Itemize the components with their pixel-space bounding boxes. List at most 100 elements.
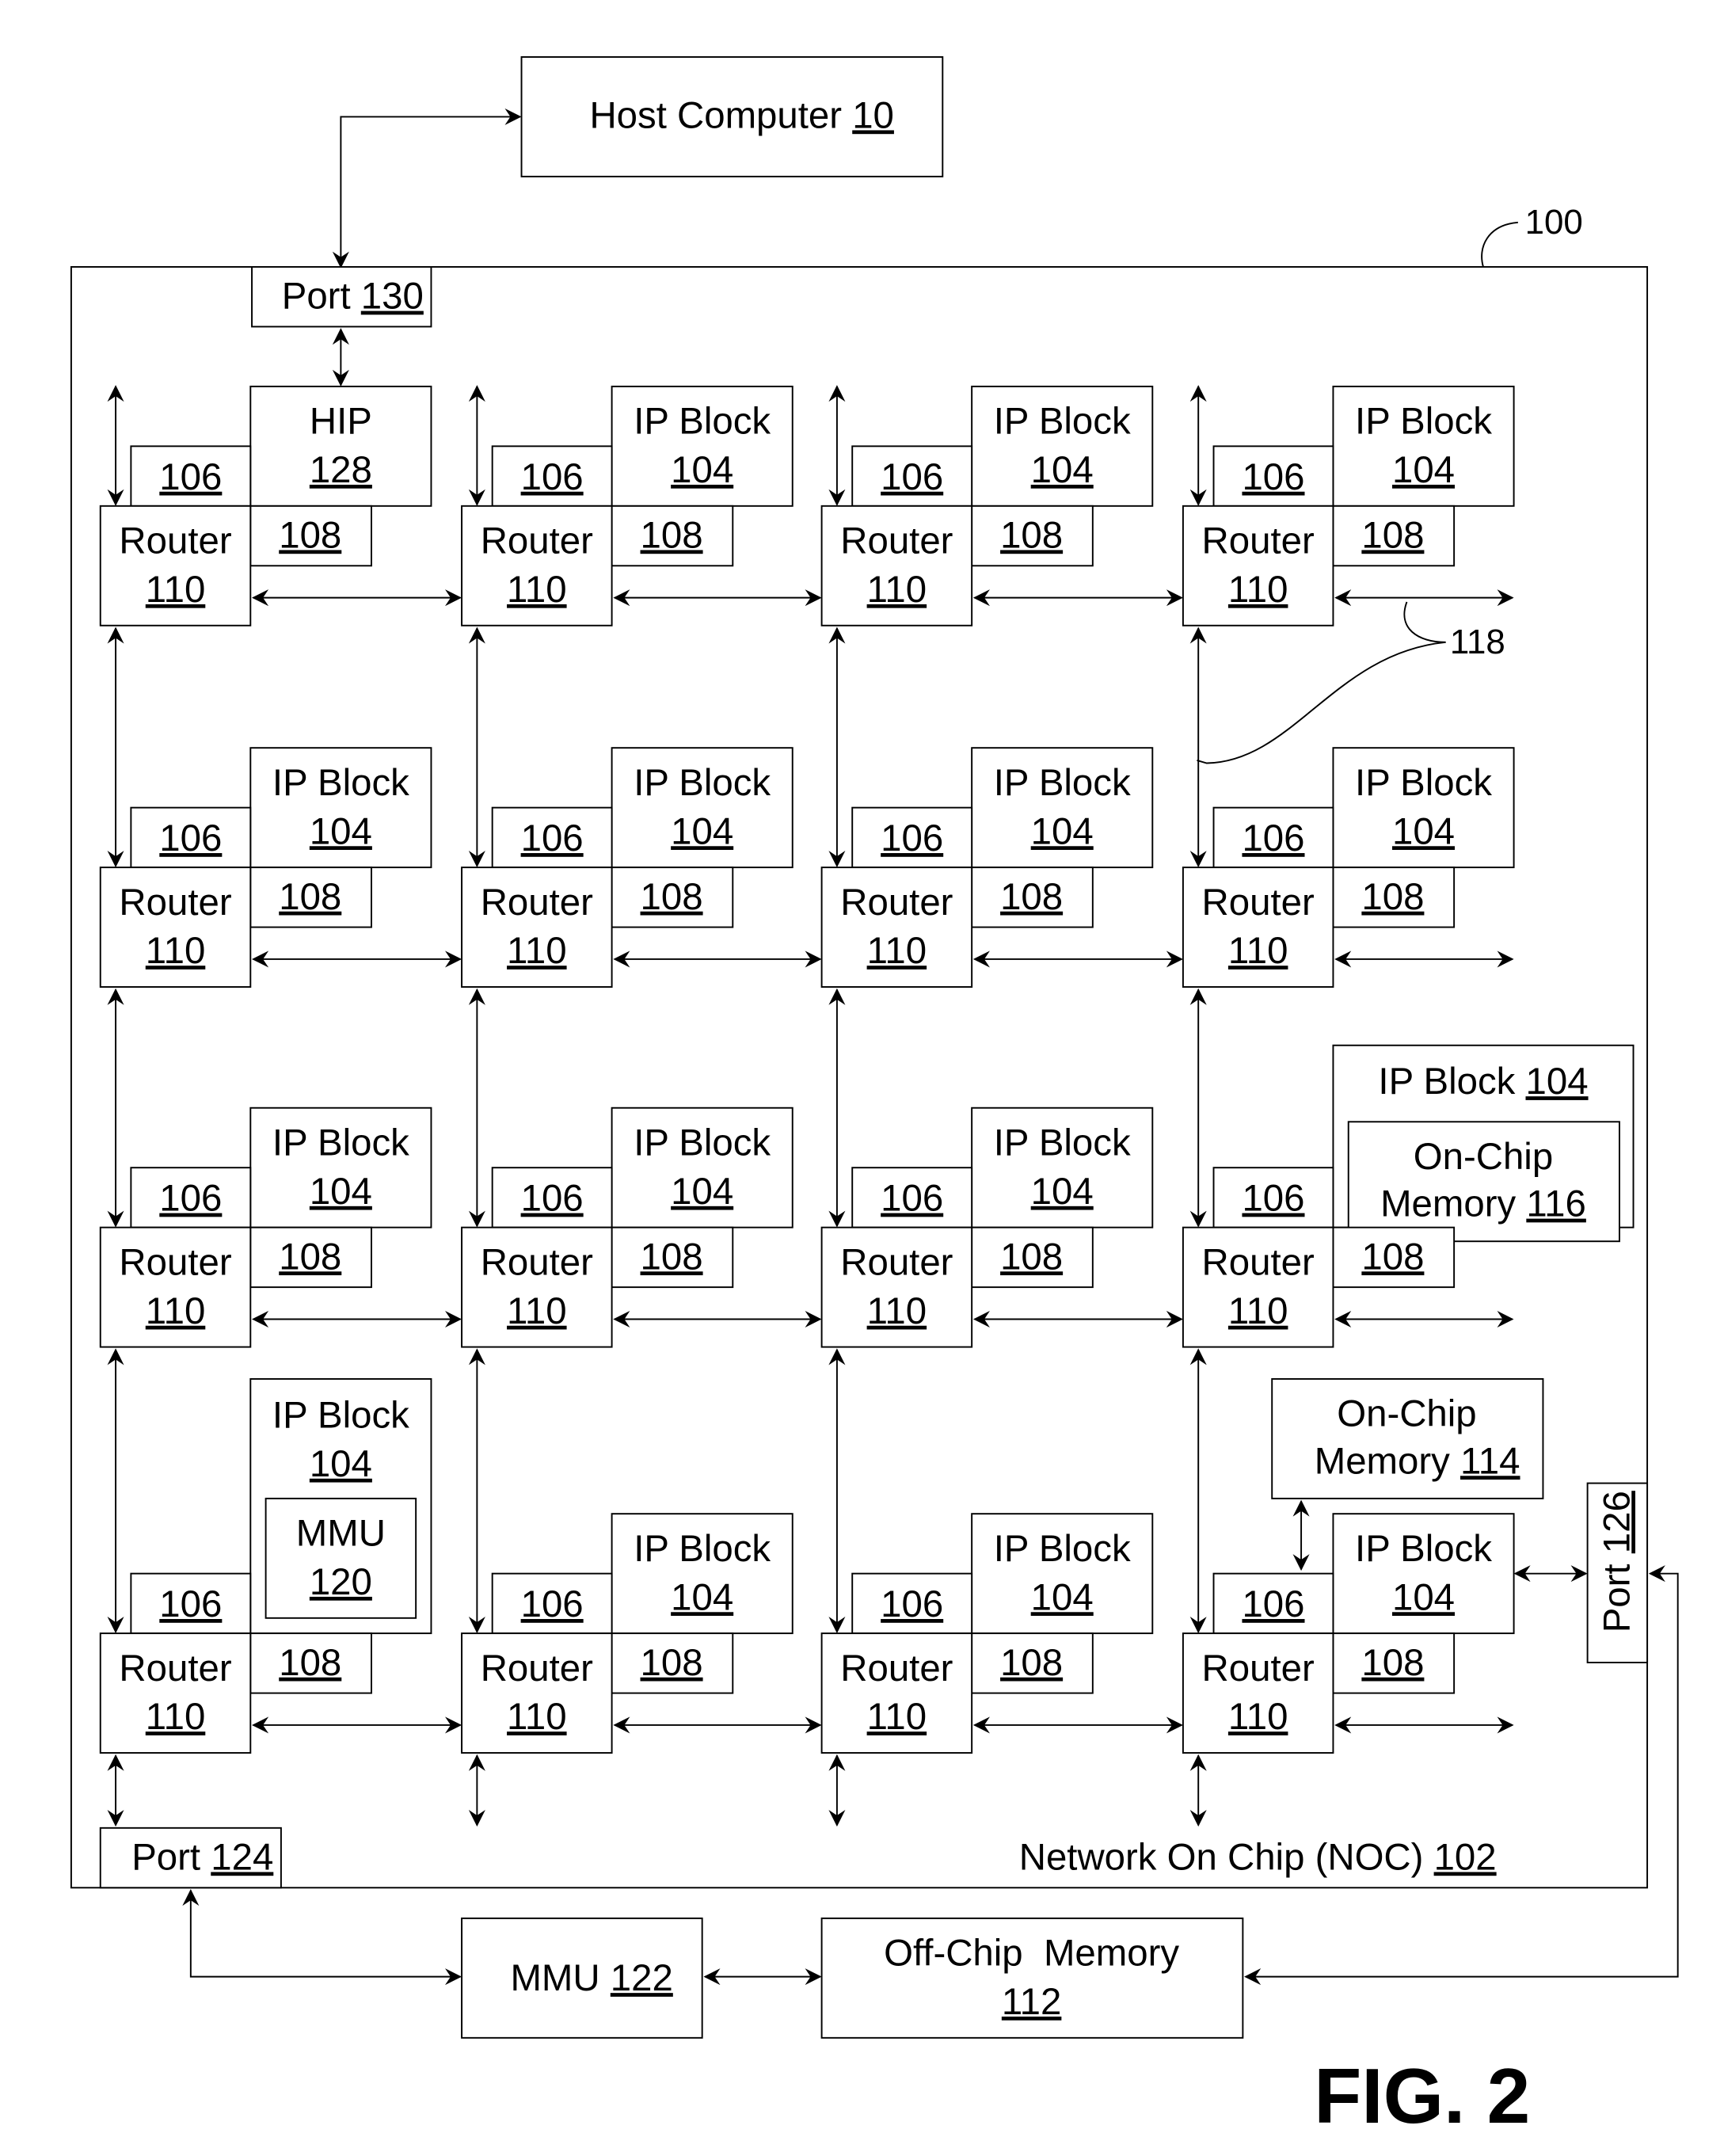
- ip-block-ref-part: 104: [1392, 449, 1455, 491]
- network-interface-108: 108: [1332, 505, 1456, 567]
- router-110: Router 110: [1182, 1632, 1334, 1754]
- ip-block-label: IP Block: [272, 762, 409, 804]
- on-chip-memory-116-line1-part: On-Chip: [1414, 1136, 1553, 1178]
- memory-interface-ref: 106: [159, 1583, 222, 1625]
- router-label-part: Router: [481, 1647, 593, 1689]
- ip-block-label-part: 104: [1525, 1061, 1588, 1103]
- network-interface-ref-part: 108: [279, 1642, 341, 1684]
- router-ref-part: 110: [867, 1290, 927, 1332]
- ip-block-ref-part: 104: [1031, 1576, 1094, 1618]
- memory-interface-ref: 106: [1242, 1178, 1304, 1220]
- ip-block-label: IP Block: [994, 1528, 1131, 1570]
- ip-block-ref-part: 104: [1031, 810, 1094, 852]
- memory-interface-106: 106: [491, 1167, 613, 1228]
- host-computer-label: Host Computer: [589, 94, 852, 136]
- router-ref: 110: [1228, 1290, 1288, 1332]
- router-ref-part: 110: [146, 569, 206, 611]
- network-interface-ref: 108: [641, 514, 703, 556]
- memory-interface-ref: 106: [881, 1178, 943, 1220]
- network-interface-ref-part: 108: [1000, 876, 1063, 918]
- router-label: Router: [1202, 1241, 1315, 1283]
- memory-interface-ref: 106: [521, 817, 584, 859]
- router-ref: 110: [1228, 930, 1288, 972]
- router-ref: 110: [867, 1290, 927, 1332]
- port124-mmu122-link: [182, 1889, 462, 1986]
- router-ref-part: 110: [507, 1696, 567, 1738]
- router-label: Router: [119, 520, 231, 562]
- memory-interface-106: 106: [1212, 806, 1334, 869]
- router-ref: 110: [1228, 569, 1288, 611]
- network-interface-ref: 108: [279, 876, 341, 918]
- network-interface-ref-part: 108: [1000, 1642, 1063, 1684]
- on-chip-memory-116: On-Chip Memory 116: [1347, 1121, 1620, 1243]
- on-chip-memory-114-line2: Memory: [1315, 1440, 1460, 1482]
- memory-interface-ref: 106: [159, 817, 222, 859]
- ip-block-ref-part: 104: [671, 449, 733, 491]
- svg-text:Host Computer 10: Host Computer 10: [516, 94, 946, 136]
- router-label: Router: [1202, 520, 1315, 562]
- svg-text:MMU 122: MMU 122: [437, 1957, 725, 1999]
- memory-interface-106: 106: [491, 1572, 613, 1635]
- network-interface-108: 108: [1332, 1226, 1456, 1289]
- router-ref-part: 110: [1228, 569, 1288, 611]
- network-interface-ref: 108: [641, 1642, 703, 1684]
- noc-label: Network On Chip (NOC) 102: [967, 1836, 1528, 1878]
- mmu-120: MMU 120: [264, 1497, 417, 1619]
- router-ref-part: 110: [507, 930, 567, 972]
- memory-interface-106: 106: [851, 1572, 973, 1635]
- memory-interface-ref-part: 106: [881, 456, 943, 498]
- ip-block-ref-part: 104: [310, 810, 372, 852]
- network-interface-108: 108: [971, 867, 1094, 928]
- router-label-part: Router: [119, 882, 231, 924]
- router-label: Router: [840, 882, 953, 924]
- mmu-120-ref: 120: [310, 1561, 372, 1603]
- router-110: Router 110: [820, 1632, 973, 1754]
- network-interface-ref: 108: [641, 876, 703, 918]
- ip-block-label-part: IP Block: [634, 401, 771, 443]
- host-computer-block: Host Computer 10: [516, 55, 946, 177]
- memory-interface-106: 106: [851, 1167, 973, 1228]
- memory-interface-106: 106: [851, 445, 973, 507]
- ip-block: IP Block 104: [249, 747, 432, 869]
- router-ref-part: 110: [507, 569, 567, 611]
- network-interface-ref-part: 108: [279, 876, 341, 918]
- off-chip-memory-112: Off-Chip Memory 112: [820, 1917, 1244, 2039]
- on-chip-memory-116-line2: Memory 116: [1380, 1183, 1586, 1225]
- on-chip-memory-116-line1: On-Chip: [1414, 1136, 1553, 1178]
- router-label-part: Router: [481, 1241, 593, 1283]
- network-interface-108: 108: [611, 1226, 734, 1289]
- ip-block-label-part: IP Block: [994, 1528, 1131, 1570]
- ip-block: IP Block 104 On-Chip Memory 116: [1332, 1044, 1635, 1243]
- ip-block-label-part: IP Block: [1355, 1528, 1492, 1570]
- memory-interface-106: 106: [130, 806, 252, 869]
- ip-block-label-part: IP Block: [272, 1122, 409, 1164]
- router-ref: 110: [146, 1696, 206, 1738]
- router-110: Router 110: [1182, 867, 1334, 988]
- router-110: Router 110: [820, 867, 973, 988]
- network-interface-ref-part: 108: [1000, 514, 1063, 556]
- memory-interface-ref: 106: [1242, 456, 1304, 498]
- router-ref: 110: [507, 1696, 567, 1738]
- ip-block: IP Block 104 MMU 120: [249, 1377, 432, 1635]
- ip-block-label-part: IP Block: [272, 1394, 409, 1436]
- memory-interface-ref: 106: [1242, 1583, 1304, 1625]
- memory-interface-ref-part: 106: [881, 1178, 943, 1220]
- router-label: Router: [481, 1241, 593, 1283]
- ip-block-label: IP Block: [994, 1122, 1131, 1164]
- router-ref-part: 110: [146, 1290, 206, 1332]
- network-interface-ref: 108: [1000, 514, 1063, 556]
- noc-label-text: Network On Chip (NOC): [1019, 1836, 1434, 1878]
- router-ref: 110: [1228, 1696, 1288, 1738]
- network-interface-108: 108: [971, 1226, 1094, 1289]
- router-110: Router 110: [99, 1226, 252, 1348]
- network-interface-ref-part: 108: [1000, 1236, 1063, 1278]
- ip-block-ref-part: 104: [671, 1576, 733, 1618]
- on-chip-memory-114-ref: 114: [1460, 1440, 1520, 1482]
- memory-interface-ref-part: 106: [1242, 1178, 1304, 1220]
- memory-interface-ref-part: 106: [881, 817, 943, 859]
- memory-interface-ref: 106: [881, 817, 943, 859]
- network-interface-108: 108: [971, 505, 1094, 567]
- router-ref: 110: [507, 930, 567, 972]
- on-chip-memory-114: On-Chip Memory 114: [1271, 1377, 1544, 1499]
- ip-block: IP Block 104: [1332, 1513, 1515, 1635]
